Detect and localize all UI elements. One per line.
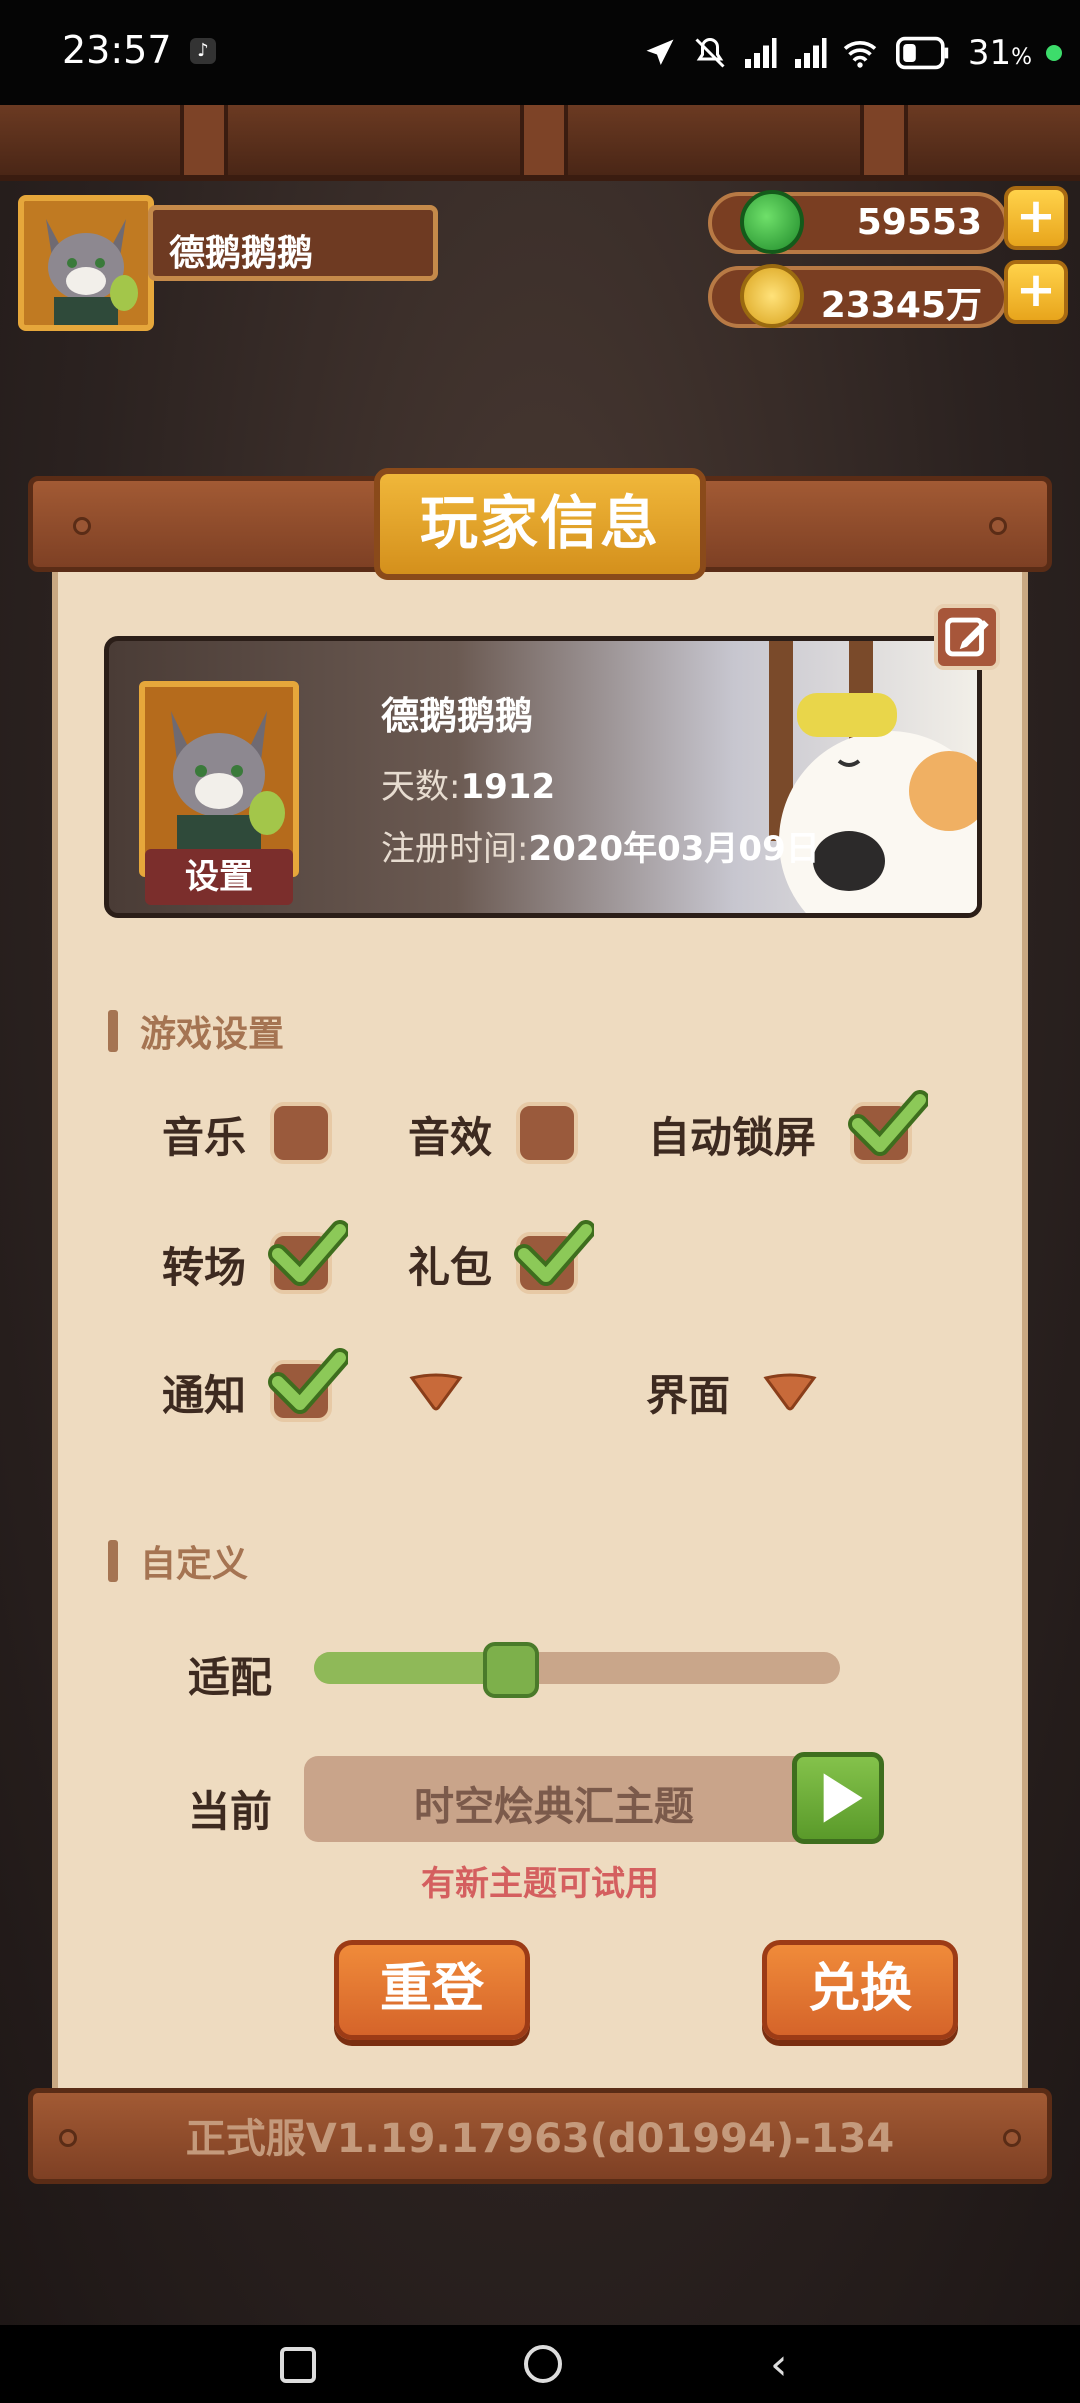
transition-checkbox[interactable] [268,1220,348,1294]
notify-checkbox[interactable] [268,1348,348,1422]
version-text: 正式服V1.19.17963(d01994)-134 [185,2116,895,2162]
custom-title: 自定义 [140,1544,249,1585]
mute-icon [695,37,725,68]
wolf-avatar-icon [24,201,148,325]
nail-icon [989,517,1007,535]
settings-button[interactable]: 设置 [145,849,293,905]
adapt-slider-fill [314,1652,512,1684]
coin-value: 23345万 [820,285,982,326]
battery-icon [895,36,949,70]
recents-button[interactable] [280,2347,316,2383]
section-marker [108,1540,118,1582]
check-icon [514,1220,594,1286]
signal-icon-2 [794,38,827,68]
wolf-avatar-icon [145,687,293,871]
reg-label: 注册时间: [381,829,529,869]
signal-icon [744,38,777,68]
check-icon [268,1220,348,1286]
battery-unit: % [1011,45,1032,70]
auto-lock-checkbox[interactable] [848,1090,928,1164]
days-label: 天数: [381,767,461,807]
check-icon [268,1348,348,1414]
beam-post [180,105,228,175]
game-settings-title: 游戏设置 [140,1014,285,1055]
profile-name: 德鹅鹅鹅 [381,694,534,738]
battery-percent: 31 [967,33,1012,73]
adapt-label: 适配 [188,1653,273,1702]
beam-post [860,105,908,175]
reg-value: 2020年03月09日 [528,829,820,869]
beam-post [520,105,568,175]
home-button[interactable] [524,2345,562,2383]
clock: 23:57 [62,28,172,72]
sfx-checkbox[interactable] [516,1102,578,1164]
status-bar: 23:57 ♪ 31% [0,0,1080,105]
notify-label: 通知 [162,1371,247,1420]
profile-card: 设置 德鹅鹅鹅 天数:1912 注册时间:2020年03月09日 [104,636,982,918]
current-label: 当前 [188,1787,273,1836]
redeem-button[interactable]: 兑换 [762,1940,958,2040]
back-button[interactable]: ‹ [770,2339,788,2390]
edit-icon [945,617,989,657]
edit-profile-button[interactable] [934,604,1000,670]
music-checkbox[interactable] [270,1102,332,1164]
panel-title: 玩家信息 [419,489,660,557]
dropdown-arrow-icon[interactable] [762,1372,818,1412]
add-jade-button[interactable]: + [1004,186,1068,250]
active-dot-icon [1046,45,1062,61]
wifi-icon [843,41,877,68]
cat-illustration-icon [769,641,977,913]
version-bar: 正式服V1.19.17963(d01994)-134 [28,2088,1052,2184]
theme-play-button[interactable] [792,1752,884,1844]
relogin-button[interactable]: 重登 [334,1940,530,2040]
play-icon [823,1773,863,1823]
player-avatar[interactable] [18,195,154,331]
ui-label: 界面 [646,1371,731,1420]
panel-title-badge: 玩家信息 [374,468,706,580]
player-name-box: 德鹅鹅鹅 [148,205,438,281]
theme-name: 时空烩典汇主题 [414,1784,694,1830]
adapt-slider[interactable] [314,1652,840,1684]
jade-value: 59553 [856,202,982,243]
nail-icon [73,517,91,535]
location-icon [646,39,674,65]
navigation-bar: ‹ [0,2325,1080,2403]
section-marker [108,1010,118,1052]
coin-icon [740,264,804,328]
gift-label: 礼包 [408,1243,493,1292]
auto-lock-label: 自动锁屏 [648,1113,817,1162]
profile-avatar[interactable] [139,681,299,877]
gift-checkbox[interactable] [514,1220,594,1294]
check-icon [848,1090,928,1156]
transition-label: 转场 [162,1243,247,1292]
jade-icon [740,190,804,254]
days-value: 1912 [460,767,556,807]
adapt-slider-thumb[interactable] [483,1642,540,1698]
player-name: 德鹅鹅鹅 [169,233,314,274]
sfx-label: 音效 [408,1113,493,1162]
new-theme-hint: 有新主题可试用 [421,1864,659,1904]
add-coin-button[interactable]: + [1004,260,1068,324]
dropdown-arrow-icon[interactable] [408,1372,464,1412]
music-label: 音乐 [162,1113,247,1162]
tiktok-icon: ♪ [190,38,216,64]
